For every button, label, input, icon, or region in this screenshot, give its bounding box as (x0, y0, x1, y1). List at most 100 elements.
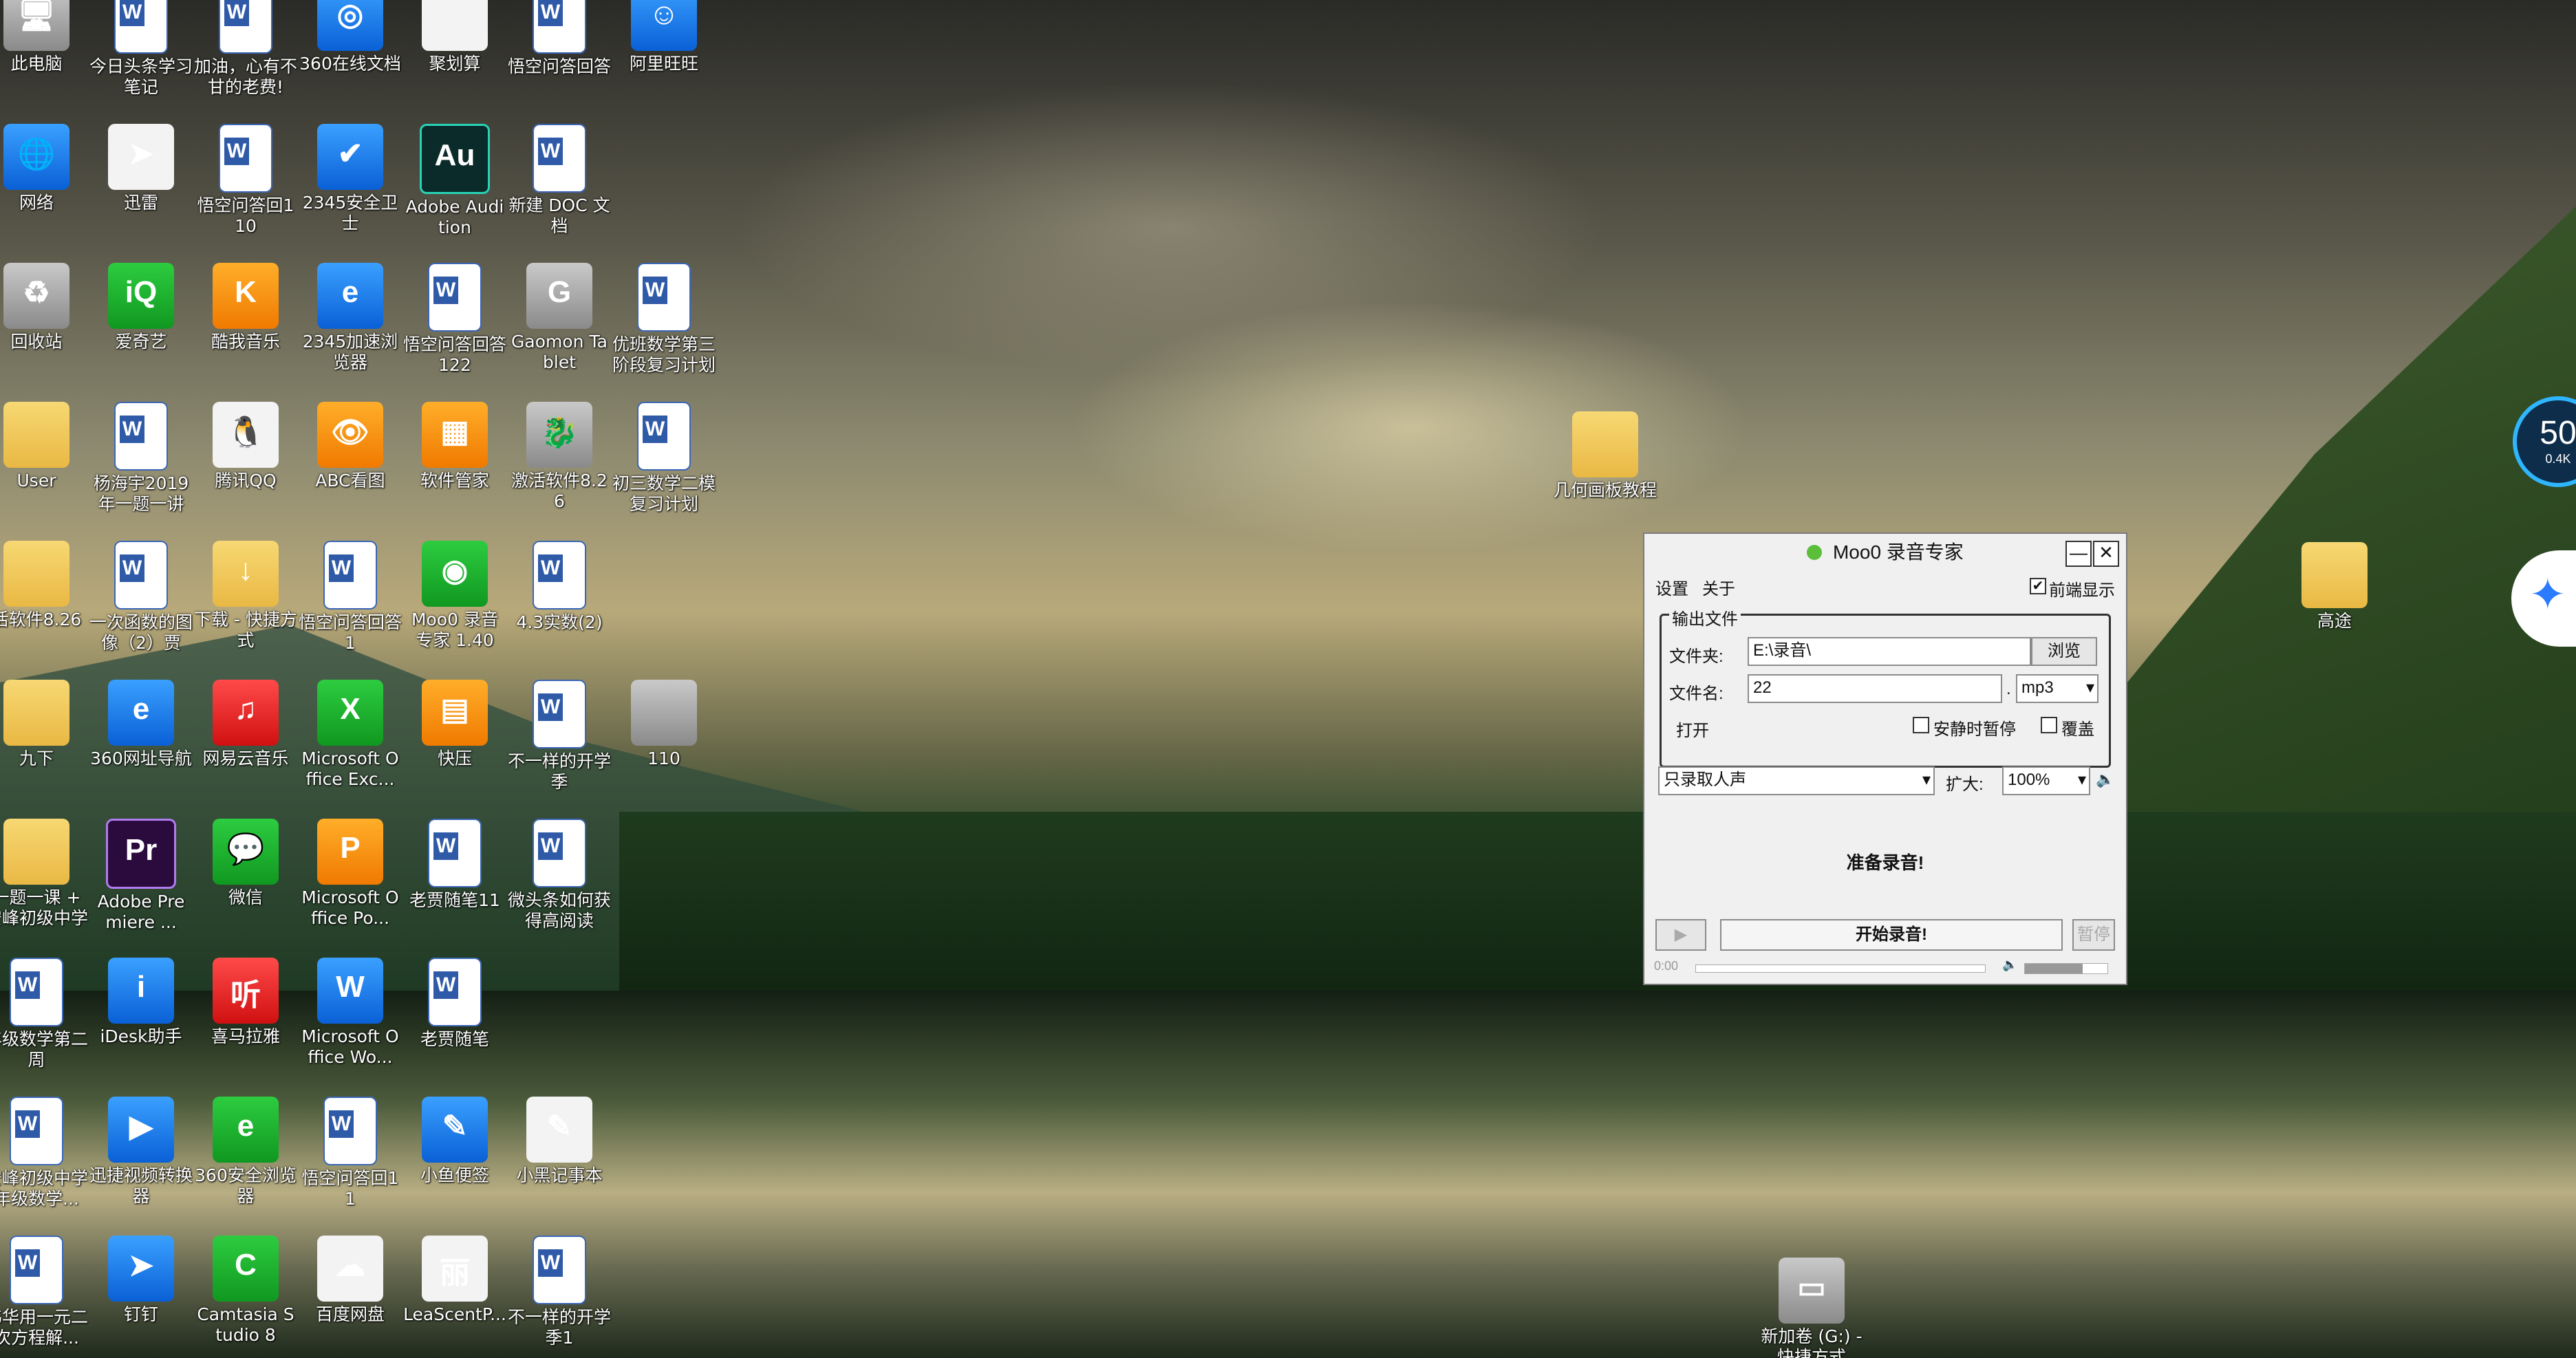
desktop-icon[interactable]: 伟华用一元二次方程解... (0, 1230, 88, 1358)
word-doc-icon (428, 958, 482, 1026)
window-title-bar[interactable]: Moo0 录音专家 (1644, 534, 2126, 571)
desktop-icon[interactable]: C Camtasia Studio 8 (194, 1230, 297, 1358)
desktop-icon[interactable]: P Microsoft Office Po... (299, 813, 402, 951)
desktop-icon[interactable]: 聚划算 (403, 0, 506, 117)
desktop-icon-label: 安峰初级中学年级数学... (0, 1168, 89, 1209)
desktop-icon[interactable]: ♫ 网易云音乐 (194, 674, 297, 812)
desktop-icon[interactable]: 杨海宇2019年一题一讲 (89, 396, 193, 534)
desktop-icon[interactable]: iQ 爱奇艺 (89, 257, 193, 395)
desktop-icon[interactable]: 一题一课 + 安峰初级中学 (0, 813, 88, 951)
desktop-icon-label: Gaomon Tablet (511, 332, 608, 372)
desktop-icon[interactable]: W Microsoft Office Wo... (299, 952, 402, 1090)
desktop-icon[interactable]: 几何画板教程 (1554, 406, 1657, 543)
desktop-icon[interactable]: ➤ 迅雷 (89, 118, 193, 256)
desktop-icon[interactable]: 老贾随笔11 (403, 813, 506, 951)
format-select[interactable]: mp3 ▾ (2016, 674, 2099, 703)
desktop-icon[interactable]: 优班数学第三阶段复习计划 (612, 257, 716, 395)
desktop-icon[interactable]: 安峰初级中学年级数学... (0, 1091, 88, 1229)
desktop-icon[interactable]: 👁 ABC看图 (299, 396, 402, 534)
amplify-select[interactable]: 100% ▾ (2002, 766, 2090, 795)
start-recording-button[interactable]: 开始录音! (1720, 919, 2063, 951)
settings-menu[interactable]: 设置 (1655, 575, 1688, 599)
desktop-icon[interactable]: ▤ 快压 (403, 674, 506, 812)
word-doc-icon (637, 402, 691, 471)
desktop-icon[interactable]: ▶ 迅捷视频转换器 (89, 1091, 193, 1229)
desktop-icon[interactable]: 🌐 网络 (0, 118, 88, 256)
desktop-icon[interactable]: 加油，心有不甘的老费! (194, 0, 297, 117)
desktop-icon[interactable]: 听喜马拉雅 (194, 952, 297, 1090)
desktop-icon[interactable]: ➤ 钉钉 (89, 1230, 193, 1358)
source-select[interactable]: 只录取人声 ▾ (1658, 766, 1935, 795)
open-link[interactable]: 打开 (1676, 717, 1709, 741)
desktop-icon[interactable]: G Gaomon Tablet (508, 257, 611, 395)
abc-viewer-icon: 👁 (317, 402, 383, 468)
desktop-icon[interactable]: 微头条如何获得高阅读 (508, 813, 611, 951)
dingtalk-icon: ➤ (108, 1236, 174, 1302)
desktop-icon[interactable]: ☺ 阿里旺旺 (612, 0, 716, 117)
icon-glyph: 🌐 (17, 138, 56, 171)
desktop-icon[interactable]: Au Adobe Audition (403, 118, 506, 256)
desktop-icon[interactable]: 不一样的开学季 (508, 674, 611, 812)
desktop-icon[interactable]: 年级数学第二周 (0, 952, 88, 1090)
desktop-icon[interactable]: ✎ 小鱼便签 (403, 1091, 506, 1229)
desktop-icon[interactable]: 一次函数的图像（2）贾 (89, 535, 193, 673)
desktop-icon[interactable]: ✎ 小黑记事本 (508, 1091, 611, 1229)
desktop-icon[interactable]: 🐧 腾讯QQ (194, 396, 297, 534)
desktop-icon[interactable]: X Microsoft Office Exc... (299, 674, 402, 812)
desktop-icon[interactable]: Pr Adobe Premiere ... (89, 813, 193, 951)
desktop-icon[interactable]: ✔ 2345安全卫士 (299, 118, 402, 256)
desktop-icon[interactable]: 丽 LeaScentP... (403, 1230, 506, 1358)
desktop-icon[interactable]: K 酷我音乐 (194, 257, 297, 395)
filename-input[interactable]: 22 (1748, 674, 2002, 703)
volume-slider[interactable] (2024, 963, 2108, 974)
desktop-icon[interactable]: 不一样的开学季1 (508, 1230, 611, 1358)
desktop-icon[interactable]: 110 (612, 674, 716, 812)
desktop-icon[interactable]: ▦ 软件管家 (403, 396, 506, 534)
desktop-icon[interactable]: 新建 DOC 文档 (508, 118, 611, 256)
icon-glyph: ▦ (440, 415, 469, 449)
bird-app-icon[interactable]: ✦ (2511, 550, 2576, 647)
desktop-icon[interactable]: ☁ 百度网盘 (299, 1230, 402, 1358)
desktop-icon[interactable]: 初三数学二模复习计划 (612, 396, 716, 534)
desktop-icon[interactable]: e 2345加速浏览器 (299, 257, 402, 395)
desktop-icon[interactable]: 4.3实数(2) (508, 535, 611, 673)
desktop-icon[interactable]: 悟空问答回答122 (403, 257, 506, 395)
audition-icon: Au (420, 124, 490, 194)
pause-button[interactable]: 暂停 (2072, 919, 2115, 951)
desktop-icon[interactable]: 💬 微信 (194, 813, 297, 951)
desktop-icon[interactable]: ♻ 回收站 (0, 257, 88, 395)
desktop-icon[interactable]: ▭ 新加卷 (G:) - 快捷方式 (1760, 1252, 1863, 1358)
desktop-icon[interactable]: 悟空问答回11 (299, 1091, 402, 1229)
desktop-icon[interactable]: i iDesk助手 (89, 952, 193, 1090)
pause-silent-checkbox[interactable] (1913, 717, 1929, 733)
about-menu[interactable]: 关于 (1702, 575, 1735, 599)
desktop-icon[interactable]: 老贾随笔 (403, 952, 506, 1090)
desktop-icon[interactable]: 今日头条学习笔记 (89, 0, 193, 117)
desktop-icon[interactable]: 悟空问答回答1 (299, 535, 402, 673)
desktop-icon[interactable]: User (0, 396, 88, 534)
desktop-icon[interactable]: 悟空问答回110 (194, 118, 297, 256)
word-doc-icon (10, 958, 63, 1026)
overwrite-checkbox[interactable] (2041, 717, 2057, 733)
speaker-icon[interactable]: 🔈 (2096, 770, 2114, 788)
always-on-top-checkbox[interactable]: ✔ (2030, 578, 2046, 594)
desktop-icon[interactable]: ◉ Moo0 录音专家 1.40 (403, 535, 506, 673)
desktop-icon[interactable]: ◎ 360在线文档 (299, 0, 402, 117)
desktop-icon[interactable]: 🐉 激活软件8.26 (508, 396, 611, 534)
desktop-icon[interactable]: ↓ 下载 - 快捷方式 (194, 535, 297, 673)
desktop-icon[interactable]: e 360安全浏览器 (194, 1091, 297, 1229)
progress-track[interactable] (1695, 964, 1986, 973)
source-value: 只录取人声 (1664, 770, 1746, 789)
folder-input[interactable]: E:\录音\ (1748, 637, 2031, 666)
desktop-icon[interactable]: 活软件8.26 (0, 535, 88, 673)
speed-widget[interactable]: 50 0.4K (2513, 396, 2576, 487)
minimize-button[interactable]: — (2065, 541, 2092, 567)
desktop-icon[interactable]: e 360网址导航 (89, 674, 193, 812)
desktop-icon[interactable]: 悟空问答回答 (508, 0, 611, 117)
desktop-icon[interactable]: 🖥 此电脑 (0, 0, 88, 117)
browse-button[interactable]: 浏览 (2031, 637, 2097, 666)
close-button[interactable]: ✕ (2093, 541, 2119, 567)
desktop-icon[interactable]: 高途 (2283, 537, 2386, 674)
play-button[interactable]: ▶ (1655, 919, 1706, 951)
desktop-icon[interactable]: 九下 (0, 674, 88, 812)
